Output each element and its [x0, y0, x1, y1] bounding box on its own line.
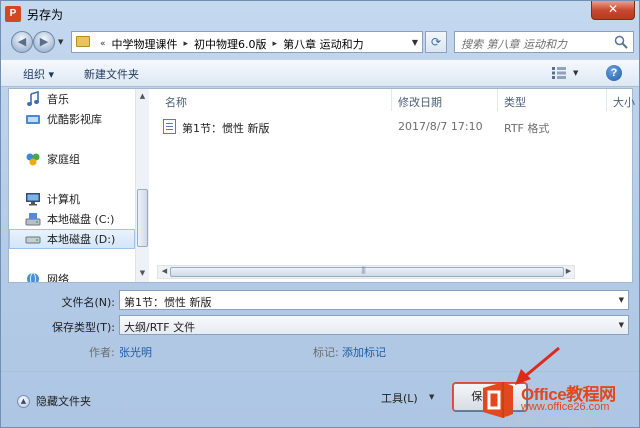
view-dropdown[interactable]: ▼ [573, 69, 578, 77]
browser-area: 音乐 优酷影视库 家庭组 计算机 本地磁盘 (C:) 本地磁盘 (D:) 网络 … [8, 88, 635, 283]
file-name: 第1节：惯性 新版 [182, 122, 270, 135]
computer-icon [25, 191, 41, 207]
powerpoint-app-icon: P [5, 6, 21, 22]
sidebar-item-video-library[interactable]: 优酷影视库 [9, 109, 135, 129]
help-icon[interactable]: ? [606, 65, 622, 81]
navigation-bar: ◀ ▶ ▼ « 中学物理课件 ▸ 初中物理6.0版 ▸ 第八章 运动和力 ▼ ⟳… [1, 27, 639, 57]
folder-icon [76, 36, 90, 47]
arrow-left-icon: ◀ [17, 35, 27, 48]
filename-label: 文件名(N): [61, 296, 115, 309]
title-bar: P 另存为 ✕ [1, 1, 639, 27]
breadcrumb-item[interactable]: 初中物理6.0版 [194, 36, 267, 52]
sidebar-item-drive-c[interactable]: 本地磁盘 (C:) [9, 209, 135, 229]
command-toolbar: 组织 ▾ 新建文件夹 ▼ ? [1, 59, 639, 87]
arrow-right-icon: ▶ [39, 35, 49, 48]
savetype-label: 保存类型(T): [51, 321, 115, 334]
forward-button[interactable]: ▶ [33, 31, 55, 53]
rtf-file-icon [163, 119, 176, 134]
scroll-up-arrow[interactable]: ▲ [136, 92, 149, 100]
refresh-button[interactable]: ⟳ [425, 31, 447, 53]
author-label: 作者: [89, 346, 115, 359]
sidebar-item-drive-d[interactable]: 本地磁盘 (D:) [9, 229, 135, 249]
file-row[interactable]: 第1节：惯性 新版 2017/8/7 17:10 RTF 格式 [161, 117, 621, 137]
column-header-name[interactable]: 名称 [149, 89, 392, 111]
window-title: 另存为 [27, 8, 64, 22]
savetype-select[interactable]: 大纲/RTF 文件 ▼ [119, 315, 629, 335]
drive-icon [25, 231, 41, 247]
scroll-down-arrow[interactable]: ▼ [136, 269, 149, 277]
breadcrumb: « 中学物理课件 ▸ 初中物理6.0版 ▸ 第八章 运动和力 [94, 36, 364, 52]
network-icon [25, 271, 41, 282]
refresh-icon: ⟳ [430, 35, 442, 49]
breadcrumb-separator[interactable]: ▸ [273, 39, 278, 49]
sidebar-item-music[interactable]: 音乐 [9, 89, 135, 109]
sidebar-item-label: 家庭组 [47, 153, 80, 166]
scrollbar-thumb[interactable] [170, 266, 564, 277]
column-header-size[interactable]: 大小 [607, 89, 640, 111]
address-dropdown[interactable]: ▼ [412, 38, 418, 47]
tags-label: 标记: [313, 346, 339, 359]
search-box[interactable]: 搜索 第八章 运动和力 [454, 31, 634, 53]
horizontal-scrollbar[interactable]: ◀ ▶ [157, 265, 575, 279]
save-as-dialog: P 另存为 ✕ ◀ ▶ ▼ « 中学物理课件 ▸ 初中物理6.0版 ▸ 第八章 … [0, 0, 640, 428]
new-folder-button[interactable]: 新建文件夹 [84, 66, 139, 82]
chevron-down-icon[interactable]: ▼ [619, 321, 624, 329]
column-header-type[interactable]: 类型 [498, 89, 607, 111]
sidebar-item-computer[interactable]: 计算机 [9, 189, 135, 209]
savetype-value: 大纲/RTF 文件 [124, 321, 196, 334]
homegroup-icon [25, 151, 41, 167]
chevron-down-icon[interactable]: ▼ [619, 296, 624, 304]
search-icon [614, 35, 628, 49]
file-type: RTF 格式 [504, 122, 550, 135]
sidebar-item-label: 计算机 [47, 193, 80, 206]
video-library-icon [25, 111, 41, 127]
music-icon [25, 90, 41, 107]
sidebar-item-label: 优酷影视库 [47, 113, 102, 126]
file-list: 名称 修改日期 类型 大小 第1节：惯性 新版 2017/8/7 17:10 R… [149, 89, 635, 282]
column-header-date[interactable]: 修改日期 [392, 89, 498, 111]
address-bar[interactable]: « 中学物理课件 ▸ 初中物理6.0版 ▸ 第八章 运动和力 ▼ [71, 31, 423, 53]
navigation-pane: 音乐 优酷影视库 家庭组 计算机 本地磁盘 (C:) 本地磁盘 (D:) 网络 … [9, 89, 149, 282]
search-input[interactable]: 搜索 第八章 运动和力 [461, 36, 567, 52]
hide-folders-button[interactable]: ▲ 隐藏文件夹 [17, 393, 91, 409]
sidebar-item-network[interactable]: 网络 [9, 269, 135, 282]
chevron-up-icon: ▲ [17, 394, 30, 408]
author-value[interactable]: 张光明 [119, 344, 152, 360]
scrollbar-thumb[interactable] [137, 189, 148, 247]
sidebar-item-label: 本地磁盘 (C:) [47, 213, 115, 226]
tools-dropdown[interactable]: ▼ [429, 393, 434, 401]
sidebar-item-label: 音乐 [47, 93, 69, 106]
filename-value: 第1节：惯性 新版 [124, 296, 212, 309]
sidebar-item-label: 网络 [47, 273, 69, 282]
breadcrumb-item[interactable]: 中学物理课件 [112, 36, 178, 52]
navigation-scrollbar[interactable]: ▲ ▼ [135, 89, 149, 282]
file-date: 2017/8/7 17:10 [398, 120, 483, 133]
organize-button[interactable]: 组织 ▾ [23, 66, 54, 82]
back-button[interactable]: ◀ [11, 31, 33, 53]
sidebar-item-homegroup[interactable]: 家庭组 [9, 149, 135, 169]
breadcrumb-overflow[interactable]: « [100, 39, 106, 49]
scroll-right-arrow[interactable]: ▶ [562, 267, 575, 275]
filename-field[interactable]: 第1节：惯性 新版 ▼ [119, 290, 629, 310]
drive-icon [25, 211, 41, 227]
breadcrumb-separator[interactable]: ▸ [184, 39, 189, 49]
breadcrumb-item[interactable]: 第八章 运动和力 [283, 36, 364, 52]
hide-folders-label: 隐藏文件夹 [36, 395, 91, 408]
tags-value[interactable]: 添加标记 [342, 344, 386, 360]
watermark: Office教程网 www.office26.com 头条号 / Office办… [473, 377, 638, 428]
sidebar-item-label: 本地磁盘 (D:) [47, 233, 116, 246]
watermark-url: www.office26.com [521, 401, 610, 413]
watermark-subtitle: 头条号 / Office办公 [503, 416, 596, 428]
recent-locations-dropdown[interactable]: ▼ [58, 38, 63, 46]
close-button[interactable]: ✕ [591, 1, 635, 20]
tools-button[interactable]: 工具(L) [381, 390, 418, 406]
view-options-icon[interactable] [551, 66, 567, 80]
